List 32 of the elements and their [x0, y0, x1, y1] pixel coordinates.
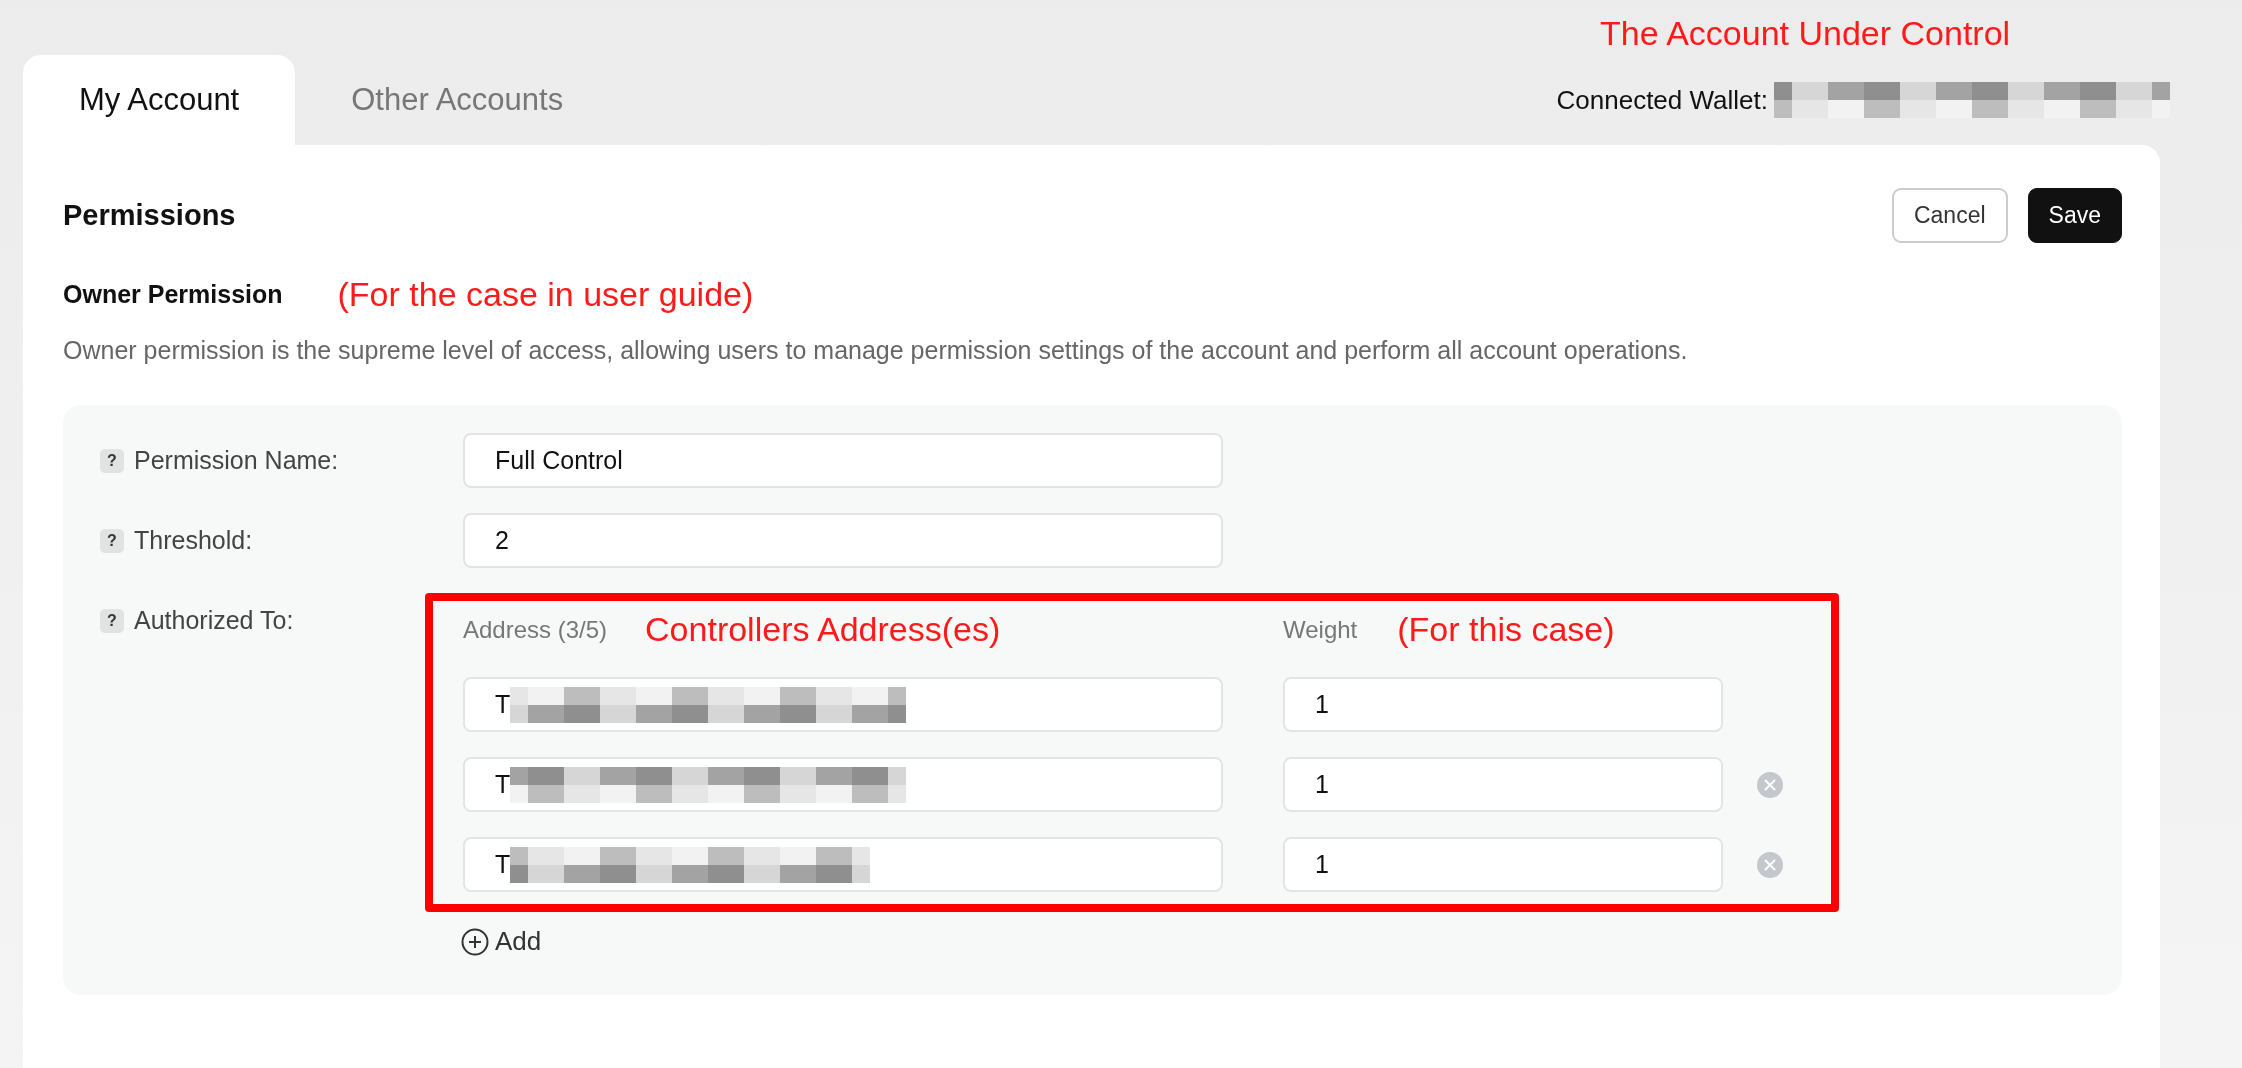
- address-field[interactable]: T: [463, 837, 1223, 892]
- cancel-button[interactable]: Cancel: [1891, 187, 2008, 243]
- help-icon[interactable]: ?: [100, 528, 124, 553]
- save-button[interactable]: Save: [2027, 187, 2122, 243]
- help-icon[interactable]: ?: [100, 608, 124, 633]
- tab[interactable]: Other Accounts: [295, 55, 620, 145]
- weight-field[interactable]: 1: [1283, 757, 1723, 812]
- annotation-text: Controllers Address(es): [645, 610, 1001, 649]
- description-text: Owner permission is the supreme level of access, allowing users to manage permission settings of the account and perform all account operations.: [63, 336, 1689, 365]
- plus-circle-icon: [461, 927, 489, 956]
- subsection-title: Owner Permission: [63, 280, 283, 309]
- help-icon[interactable]: ?: [100, 448, 124, 473]
- remove-icon[interactable]: [1757, 771, 1783, 798]
- add-button[interactable]: Add: [461, 926, 1839, 957]
- input-field[interactable]: Full Control: [463, 433, 1223, 488]
- weight-field[interactable]: 1: [1283, 677, 1723, 732]
- wallet-label: Connected Wallet:: [1556, 84, 1768, 116]
- address-field[interactable]: T: [463, 757, 1223, 812]
- annotation-text: The Account Under Control: [1600, 14, 2011, 52]
- weight-field[interactable]: 1: [1283, 837, 1723, 892]
- address-field[interactable]: T: [463, 677, 1223, 732]
- remove-icon[interactable]: [1757, 851, 1783, 878]
- annotation-text: (For the case in user guide): [337, 275, 754, 314]
- column-header: Weight: [1283, 615, 1358, 644]
- field-label: Threshold:: [134, 526, 253, 555]
- tab[interactable]: My Account: [23, 55, 296, 145]
- section-title: Permissions: [63, 198, 236, 232]
- column-header: Address (3/5): [463, 615, 608, 644]
- input-field[interactable]: 2: [463, 513, 1223, 568]
- field-label: Permission Name:: [134, 446, 339, 475]
- annotation-text: (For this case): [1397, 610, 1615, 649]
- field-label: Authorized To:: [134, 606, 294, 635]
